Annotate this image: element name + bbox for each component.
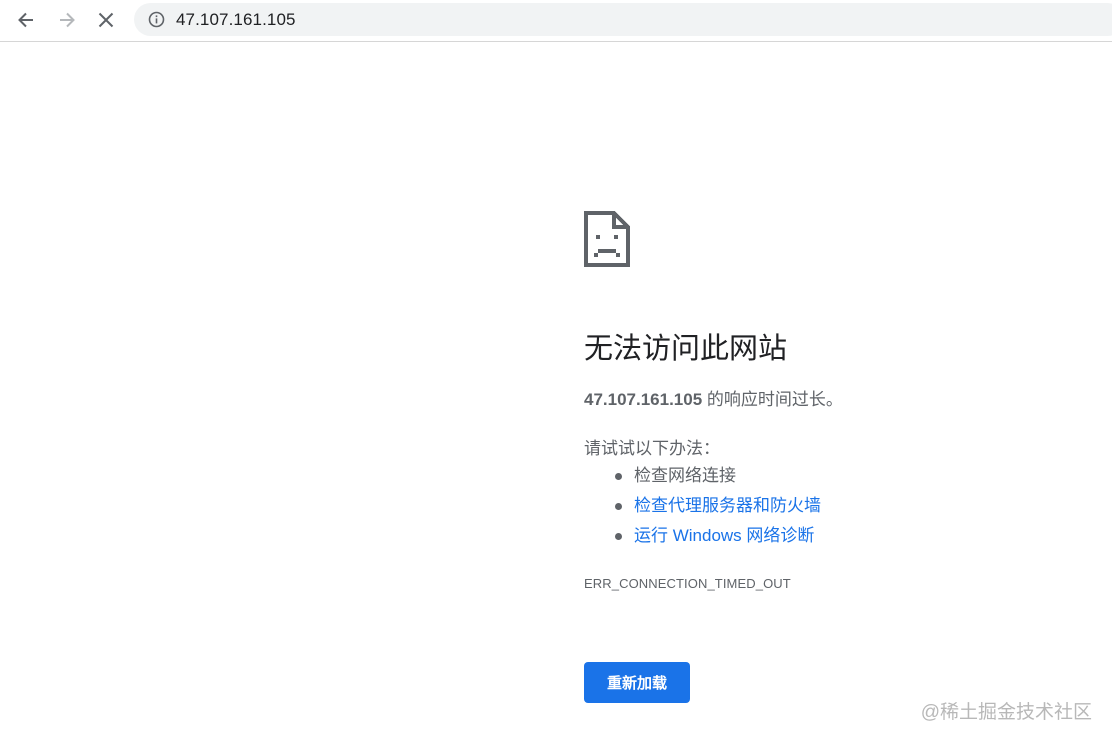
- suggestion-network-diagnostics-link[interactable]: 运行 Windows 网络诊断: [634, 526, 814, 545]
- arrow-left-icon: [18, 12, 33, 28]
- forward-button[interactable]: [53, 6, 81, 34]
- close-icon: [98, 12, 114, 28]
- suggestion-check-network: 检查网络连接: [634, 466, 736, 485]
- page-title: 无法访问此网站: [584, 333, 788, 365]
- address-bar[interactable]: 47.107.161.105: [134, 3, 1112, 36]
- back-button[interactable]: [12, 6, 40, 34]
- stop-button[interactable]: [92, 6, 120, 34]
- watermark: @稀土掘金技术社区: [920, 702, 1092, 723]
- info-icon[interactable]: [148, 11, 165, 28]
- bullet: [615, 503, 622, 510]
- suggestions-heading: 请试试以下办法：: [584, 439, 720, 458]
- arrow-right-icon: [60, 12, 75, 28]
- bullet: [615, 473, 622, 480]
- error-code: ERR_CONNECTION_TIMED_OUT: [584, 576, 791, 591]
- list-item: 运行 Windows 网络诊断: [584, 523, 821, 553]
- list-item: 检查代理服务器和防火墙: [584, 493, 821, 523]
- error-summary: 47.107.161.105 的响应时间过长。: [584, 385, 843, 410]
- reload-button[interactable]: 重新加载: [584, 662, 690, 703]
- host-name: 47.107.161.105: [584, 390, 703, 409]
- suggestions-list: 检查网络连接 检查代理服务器和防火墙 运行 Windows 网络诊断: [584, 463, 821, 553]
- browser-toolbar: 47.107.161.105: [0, 0, 1112, 42]
- sad-page-icon: [584, 211, 630, 267]
- url-text[interactable]: 47.107.161.105: [176, 10, 296, 30]
- suggestion-check-proxy-link[interactable]: 检查代理服务器和防火墙: [634, 496, 821, 515]
- bullet: [615, 533, 622, 540]
- summary-text: 的响应时间过长。: [702, 390, 843, 409]
- list-item: 检查网络连接: [584, 463, 821, 493]
